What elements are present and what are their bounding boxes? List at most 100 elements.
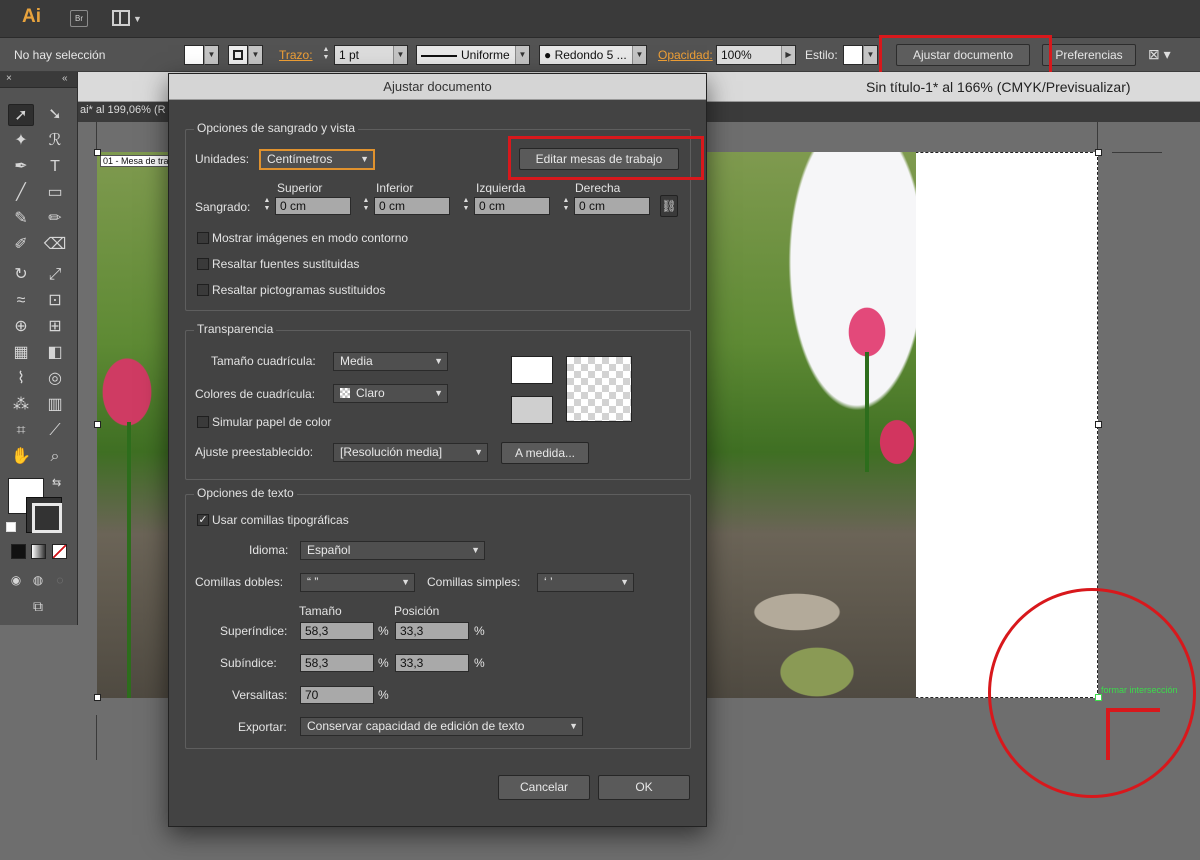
chevron-down-icon: ▼ xyxy=(204,46,218,64)
swap-colors-icon[interactable]: ⇆ xyxy=(52,476,61,489)
bottom-bleed-spinner[interactable]: ▲ ▼ xyxy=(360,197,372,215)
bounding-handle[interactable] xyxy=(1095,421,1102,428)
draw-normal-icon[interactable]: ◉ xyxy=(6,569,26,591)
superscript-position-field[interactable]: 33,3 xyxy=(395,622,469,640)
single-quotes-select[interactable]: ‘ ’ ▼ xyxy=(537,573,634,592)
document-setup-button[interactable]: Ajustar documento xyxy=(896,44,1030,66)
bounding-handle[interactable] xyxy=(94,694,101,701)
export-select[interactable]: Conservar capacidad de edición de texto ▼ xyxy=(300,717,583,736)
graphic-style-dropdown[interactable]: ▼ xyxy=(863,45,878,65)
line-tool-icon[interactable]: ╱ xyxy=(8,182,34,204)
magic-wand-tool-icon[interactable]: ✦ xyxy=(8,130,34,152)
eyedropper-tool-icon[interactable]: ⌇ xyxy=(8,368,34,390)
tulip-stem xyxy=(127,422,131,698)
screen-mode-icon[interactable]: ⧉ xyxy=(24,595,52,617)
perspective-grid-tool-icon[interactable]: ⊞ xyxy=(42,316,68,338)
fill-swatch[interactable] xyxy=(184,45,204,65)
width-tool-icon[interactable]: ≈ xyxy=(8,290,34,312)
shape-builder-tool-icon[interactable]: ⊕ xyxy=(8,316,34,338)
stroke-dropdown[interactable]: ▼ xyxy=(248,45,263,65)
opacity-label[interactable]: Opacidad: xyxy=(658,48,713,62)
default-colors-icon[interactable] xyxy=(6,522,16,532)
stroke-label[interactable]: Trazo: xyxy=(279,48,313,62)
smart-quotes-checkbox[interactable]: ✓ xyxy=(197,514,209,526)
hand-tool-icon[interactable]: ✋ xyxy=(8,446,34,468)
substituted-glyphs-checkbox[interactable] xyxy=(197,284,209,296)
selection-tool-icon[interactable]: ➚ xyxy=(8,104,34,126)
arrange-documents-button[interactable]: ▼ xyxy=(112,10,142,27)
gradient-mode-icon[interactable] xyxy=(31,544,46,559)
grid-color-2-swatch[interactable] xyxy=(511,396,553,424)
ok-button[interactable]: OK xyxy=(598,775,690,800)
bounding-handle[interactable] xyxy=(94,421,101,428)
cancel-button[interactable]: Cancelar xyxy=(498,775,590,800)
preferences-button[interactable]: Preferencias xyxy=(1042,44,1136,66)
rotate-tool-icon[interactable]: ↻ xyxy=(8,264,34,286)
free-transform-tool-icon[interactable]: ⊡ xyxy=(42,290,68,312)
outline-images-checkbox[interactable] xyxy=(197,232,209,244)
link-icon[interactable]: ⛓ xyxy=(660,195,678,217)
edit-artboards-button[interactable]: Editar mesas de trabajo xyxy=(519,148,679,170)
right-bleed-spinner[interactable]: ▲ ▼ xyxy=(560,197,572,215)
symbol-sprayer-tool-icon[interactable]: ⁂ xyxy=(8,394,34,416)
stroke-swatch[interactable] xyxy=(228,45,248,65)
small-caps-field[interactable]: 70 xyxy=(300,686,374,704)
custom-button[interactable]: A medida... xyxy=(501,442,589,464)
simulate-paper-checkbox[interactable] xyxy=(197,416,209,428)
draw-inside-icon[interactable]: ◌ xyxy=(50,569,70,591)
stroke-weight-field[interactable]: 1 pt ▼ xyxy=(334,45,408,65)
left-bleed-spinner[interactable]: ▲ ▼ xyxy=(460,197,472,215)
artboard-tool-icon[interactable]: ⌗ xyxy=(8,420,34,442)
rectangle-tool-icon[interactable]: ▭ xyxy=(42,182,68,204)
paintbrush-tool-icon[interactable]: ✎ xyxy=(8,208,34,230)
collapse-icon[interactable]: « xyxy=(62,73,68,84)
top-bleed-spinner[interactable]: ▲ ▼ xyxy=(261,197,273,215)
type-tool-icon[interactable]: T xyxy=(42,156,68,178)
units-select[interactable]: Centímetros ▼ xyxy=(260,150,374,169)
bounding-handle[interactable] xyxy=(94,149,101,156)
preset-select[interactable]: [Resolución media] ▼ xyxy=(333,443,488,462)
pen-tool-icon[interactable]: ✒ xyxy=(8,156,34,178)
zoom-tool-icon[interactable]: ⌕ xyxy=(42,446,68,468)
direct-selection-tool-icon[interactable]: ➘ xyxy=(42,104,68,126)
subscript-position-field[interactable]: 33,3 xyxy=(395,654,469,672)
eraser-tool-icon[interactable]: ⌫ xyxy=(42,234,68,256)
grid-colors-select[interactable]: Claro ▼ xyxy=(333,384,448,403)
bridge-button[interactable]: Br xyxy=(70,10,88,27)
draw-behind-icon[interactable]: ◍ xyxy=(28,569,48,591)
none-mode-icon[interactable] xyxy=(52,544,67,559)
blend-tool-icon[interactable]: ◎ xyxy=(42,368,68,390)
grid-color-1-swatch[interactable] xyxy=(511,356,553,384)
variable-width-profile[interactable]: Uniforme ▼ xyxy=(416,45,530,65)
superscript-size-field[interactable]: 58,3 xyxy=(300,622,374,640)
opacity-field[interactable]: 100% ▶ xyxy=(716,45,796,65)
top-bleed-field[interactable]: 0 cm xyxy=(275,197,351,215)
slice-tool-icon[interactable]: ⟋ xyxy=(42,420,68,442)
grid-size-select[interactable]: Media ▼ xyxy=(333,352,448,371)
bounding-handle[interactable] xyxy=(1095,149,1102,156)
lasso-tool-icon[interactable]: ℛ xyxy=(42,130,68,152)
blob-brush-tool-icon[interactable]: ✐ xyxy=(8,234,34,256)
color-mode-icon[interactable] xyxy=(11,544,26,559)
panel-menu-icon[interactable]: ⊠ ▾ xyxy=(1148,46,1171,63)
stroke-color-box[interactable] xyxy=(26,497,62,533)
column-graph-tool-icon[interactable]: ▥ xyxy=(42,394,68,416)
mesh-tool-icon[interactable]: ▦ xyxy=(8,342,34,364)
substituted-fonts-checkbox[interactable] xyxy=(197,258,209,270)
profile-value: Uniforme xyxy=(461,48,510,62)
stroke-weight-spinner[interactable]: ▲ ▼ xyxy=(320,46,332,64)
gradient-tool-icon[interactable]: ◧ xyxy=(42,342,68,364)
subscript-size-field[interactable]: 58,3 xyxy=(300,654,374,672)
graphic-style-swatch[interactable] xyxy=(843,45,863,65)
double-quotes-select[interactable]: “ ” ▼ xyxy=(300,573,415,592)
left-bleed-field[interactable]: 0 cm xyxy=(474,197,550,215)
stroke-icon xyxy=(233,50,243,60)
brush-definition[interactable]: ● Redondo 5 ... ▼ xyxy=(539,45,647,65)
close-icon[interactable]: × xyxy=(6,73,12,84)
right-bleed-field[interactable]: 0 cm xyxy=(574,197,650,215)
bottom-bleed-field[interactable]: 0 cm xyxy=(374,197,450,215)
pencil-tool-icon[interactable]: ✏ xyxy=(42,208,68,230)
scale-tool-icon[interactable]: ⤢ xyxy=(42,264,68,286)
fill-dropdown[interactable]: ▼ xyxy=(204,45,219,65)
language-select[interactable]: Español ▼ xyxy=(300,541,485,560)
